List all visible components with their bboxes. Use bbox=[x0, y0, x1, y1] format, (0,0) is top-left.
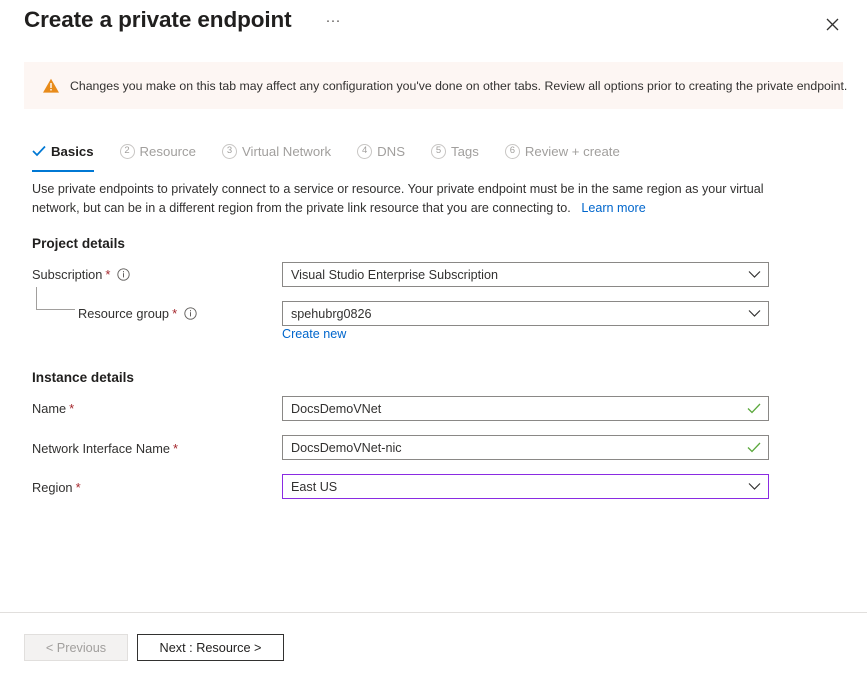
tab-step-number: 4 bbox=[357, 143, 373, 159]
warning-triangle-icon bbox=[42, 77, 60, 95]
chevron-down-icon bbox=[748, 482, 761, 491]
region-dropdown[interactable]: East US bbox=[282, 474, 769, 499]
tab-step-number: 3 bbox=[221, 143, 237, 159]
tab-tags[interactable]: 5 Tags bbox=[431, 136, 479, 166]
required-asterisk: * bbox=[75, 480, 81, 495]
region-value: East US bbox=[291, 479, 338, 494]
subscription-label: Subscription * bbox=[32, 267, 131, 282]
name-label: Name * bbox=[32, 401, 74, 416]
blade-header: Create a private endpoint ··· bbox=[0, 0, 867, 52]
resource-group-value: spehubrg0826 bbox=[291, 306, 372, 321]
next-resource-button[interactable]: Next : Resource > bbox=[137, 634, 284, 661]
region-label: Region * bbox=[32, 480, 81, 495]
hierarchy-connector bbox=[36, 287, 76, 311]
create-new-resource-group-link[interactable]: Create new bbox=[282, 327, 346, 341]
required-asterisk: * bbox=[172, 441, 179, 456]
chevron-down-icon bbox=[748, 270, 761, 279]
tab-active-indicator bbox=[32, 170, 94, 172]
region-label-text: Region bbox=[32, 480, 73, 495]
tab-label: Tags bbox=[451, 143, 479, 159]
info-circle-icon[interactable] bbox=[184, 307, 197, 320]
tab-review-create[interactable]: 6 Review + create bbox=[504, 136, 620, 166]
project-details-heading: Project details bbox=[32, 236, 125, 251]
tab-basics[interactable]: Basics bbox=[32, 136, 94, 172]
footer-divider bbox=[0, 612, 867, 613]
tab-label: Review + create bbox=[524, 143, 620, 159]
nic-label-text: Network Interface Name bbox=[32, 441, 170, 456]
page-title: Create a private endpoint bbox=[24, 7, 292, 32]
network-interface-name-label: Network Interface Name * bbox=[32, 441, 178, 456]
nic-value: DocsDemoVNet-nic bbox=[291, 440, 402, 455]
tab-step-number: 6 bbox=[504, 143, 520, 159]
required-asterisk: * bbox=[172, 306, 178, 321]
name-label-text: Name bbox=[32, 401, 67, 416]
close-icon[interactable] bbox=[818, 10, 846, 38]
tab-virtual-network[interactable]: 3 Virtual Network bbox=[221, 136, 332, 166]
subscription-dropdown[interactable]: Visual Studio Enterprise Subscription bbox=[282, 262, 769, 287]
chevron-down-icon bbox=[748, 309, 761, 318]
name-input[interactable]: DocsDemoVNet bbox=[282, 396, 769, 421]
checkmark-valid-icon bbox=[747, 442, 761, 453]
more-ellipsis-icon[interactable]: ··· bbox=[322, 13, 344, 35]
description-text: Use private endpoints to privately conne… bbox=[32, 182, 764, 215]
create-private-endpoint-blade: Create a private endpoint ··· Changes yo… bbox=[0, 0, 867, 682]
required-asterisk: * bbox=[69, 401, 75, 416]
tab-label: Resource bbox=[139, 143, 196, 159]
tab-resource[interactable]: 2 Resource bbox=[119, 136, 196, 166]
tab-step-number: 5 bbox=[431, 143, 446, 159]
tab-dns[interactable]: 4 DNS bbox=[357, 136, 405, 166]
subscription-label-text: Subscription bbox=[32, 267, 103, 282]
resource-group-dropdown[interactable]: spehubrg0826 bbox=[282, 301, 769, 326]
resource-group-label-text: Resource group bbox=[78, 306, 170, 321]
tab-step-number: 2 bbox=[119, 143, 135, 159]
name-value: DocsDemoVNet bbox=[291, 401, 382, 416]
subscription-value: Visual Studio Enterprise Subscription bbox=[291, 267, 498, 282]
tab-label: Basics bbox=[51, 143, 94, 159]
tab-label: DNS bbox=[377, 143, 405, 159]
check-icon bbox=[32, 145, 46, 157]
learn-more-link[interactable]: Learn more bbox=[581, 201, 645, 215]
blade-description: Use private endpoints to privately conne… bbox=[32, 180, 772, 218]
required-asterisk: * bbox=[105, 267, 111, 282]
warning-banner: Changes you make on this tab may affect … bbox=[24, 62, 847, 109]
instance-details-heading: Instance details bbox=[32, 370, 134, 385]
wizard-tabs: Basics 2 Resource 3 Virtual Network 4 DN… bbox=[32, 136, 646, 172]
previous-button[interactable]: < Previous bbox=[24, 634, 128, 661]
warning-banner-text: Changes you make on this tab may affect … bbox=[70, 78, 848, 93]
info-circle-icon[interactable] bbox=[117, 268, 131, 281]
checkmark-valid-icon bbox=[747, 403, 761, 414]
tab-label: Virtual Network bbox=[241, 143, 332, 159]
network-interface-name-input[interactable]: DocsDemoVNet-nic bbox=[282, 435, 769, 460]
resource-group-label: Resource group * bbox=[78, 306, 197, 321]
